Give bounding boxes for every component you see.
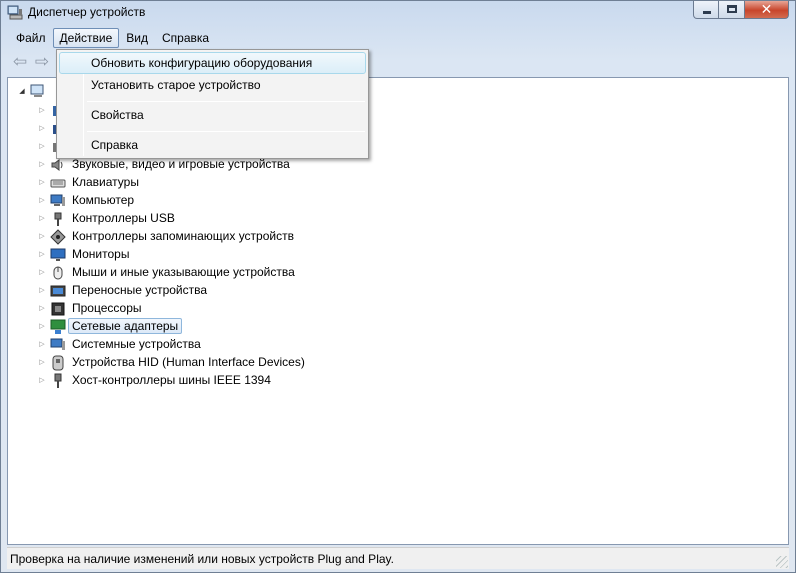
menu-properties[interactable]: Свойства xyxy=(59,105,366,127)
close-button[interactable]: ✕ xyxy=(745,1,789,19)
expander-icon[interactable]: ▷ xyxy=(38,358,46,368)
tree-item-network-adapters[interactable]: Сетевые адаптеры xyxy=(68,318,183,334)
processor-icon xyxy=(51,302,65,316)
forward-button[interactable]: ⇨ xyxy=(33,52,51,72)
expander-icon[interactable]: ▷ xyxy=(38,304,46,314)
caption-buttons: ✕ xyxy=(693,1,789,20)
tree-item-processors[interactable]: Процессоры xyxy=(70,300,144,316)
tree-item-system[interactable]: Системные устройства xyxy=(70,336,203,352)
back-button[interactable]: ⇦ xyxy=(11,52,29,72)
expander-icon[interactable]: ▷ xyxy=(38,178,46,188)
tree-item-ieee1394[interactable]: Хост-контроллеры шины IEEE 1394 xyxy=(70,372,273,388)
tree-item-keyboards[interactable]: Клавиатуры xyxy=(70,174,141,190)
expander-icon[interactable]: ▷ xyxy=(38,160,46,170)
storage-controller-icon xyxy=(50,229,66,245)
action-menu-dropdown: Обновить конфигурацию оборудования Устан… xyxy=(56,49,369,159)
expander-icon[interactable]: ▷ xyxy=(38,196,46,206)
tree-item-mice[interactable]: Мыши и иные указывающие устройства xyxy=(70,264,297,280)
hid-icon xyxy=(52,355,64,371)
menu-separator xyxy=(87,131,365,132)
device-manager-window: Диспетчер устройств ✕ Файл Действие Вид … xyxy=(0,0,796,573)
resize-grip-icon[interactable] xyxy=(776,556,788,568)
tree-item-hid[interactable]: Устройства HID (Human Interface Devices) xyxy=(70,354,307,370)
menu-view[interactable]: Вид xyxy=(119,28,155,48)
expander-icon[interactable]: ▷ xyxy=(38,286,46,296)
expander-icon[interactable]: ▷ xyxy=(38,268,46,278)
system-devices-icon xyxy=(50,338,65,350)
expander-icon[interactable]: ▷ xyxy=(38,250,46,260)
menu-separator xyxy=(87,101,365,102)
tree-item-computer[interactable]: Компьютер xyxy=(70,192,136,208)
monitor-icon xyxy=(50,248,66,261)
status-bar: Проверка на наличие изменений или новых … xyxy=(7,547,789,569)
expander-icon[interactable]: ▷ xyxy=(38,106,46,116)
menu-help[interactable]: Справка xyxy=(155,28,216,48)
expander-icon[interactable]: ▷ xyxy=(38,322,46,332)
expander-icon[interactable]: ▷ xyxy=(38,232,46,242)
menu-file[interactable]: Файл xyxy=(9,28,53,48)
tree-item-usb[interactable]: Контроллеры USB xyxy=(70,210,177,226)
arrow-right-icon: ⇨ xyxy=(34,52,50,71)
menu-action[interactable]: Действие xyxy=(52,28,120,48)
device-manager-icon xyxy=(7,5,23,20)
close-icon: ✕ xyxy=(760,1,773,17)
expander-icon[interactable]: ▷ xyxy=(38,340,46,350)
tree-item-portable[interactable]: Переносные устройства xyxy=(70,282,209,298)
menu-help-item[interactable]: Справка xyxy=(59,135,366,157)
tree-item-storage-controllers[interactable]: Контроллеры запоминающих устройств xyxy=(70,228,296,244)
computer-root-icon xyxy=(30,84,44,97)
maximize-icon xyxy=(727,5,737,13)
expander-icon[interactable]: ▷ xyxy=(38,142,46,152)
menu-scan-hardware[interactable]: Обновить конфигурацию оборудования xyxy=(59,52,366,74)
speaker-icon xyxy=(51,159,63,171)
tree-item-monitors[interactable]: Мониторы xyxy=(70,246,131,262)
portable-device-icon xyxy=(50,285,66,297)
expander-icon[interactable]: ▷ xyxy=(38,214,46,224)
expander-icon[interactable]: ▷ xyxy=(38,376,46,386)
network-adapter-icon xyxy=(50,319,66,334)
computer-icon xyxy=(50,194,65,206)
title-bar[interactable]: Диспетчер устройств ✕ xyxy=(1,1,795,25)
arrow-left-icon: ⇦ xyxy=(12,52,28,71)
usb-icon xyxy=(54,212,62,226)
window-title: Диспетчер устройств xyxy=(28,5,146,19)
minimize-button[interactable] xyxy=(693,1,719,19)
menu-bar: Файл Действие Вид Справка xyxy=(9,28,216,49)
menu-add-legacy-hardware[interactable]: Установить старое устройство xyxy=(59,75,366,97)
expander-icon[interactable]: ▷ xyxy=(38,124,46,134)
maximize-button[interactable] xyxy=(719,1,745,19)
minimize-icon xyxy=(703,11,711,14)
ieee1394-icon xyxy=(54,373,62,388)
status-text: Проверка на наличие изменений или новых … xyxy=(10,552,394,566)
keyboard-icon xyxy=(50,179,66,188)
collapse-root-icon[interactable]: ◢ xyxy=(18,87,26,97)
mouse-icon xyxy=(53,266,63,280)
